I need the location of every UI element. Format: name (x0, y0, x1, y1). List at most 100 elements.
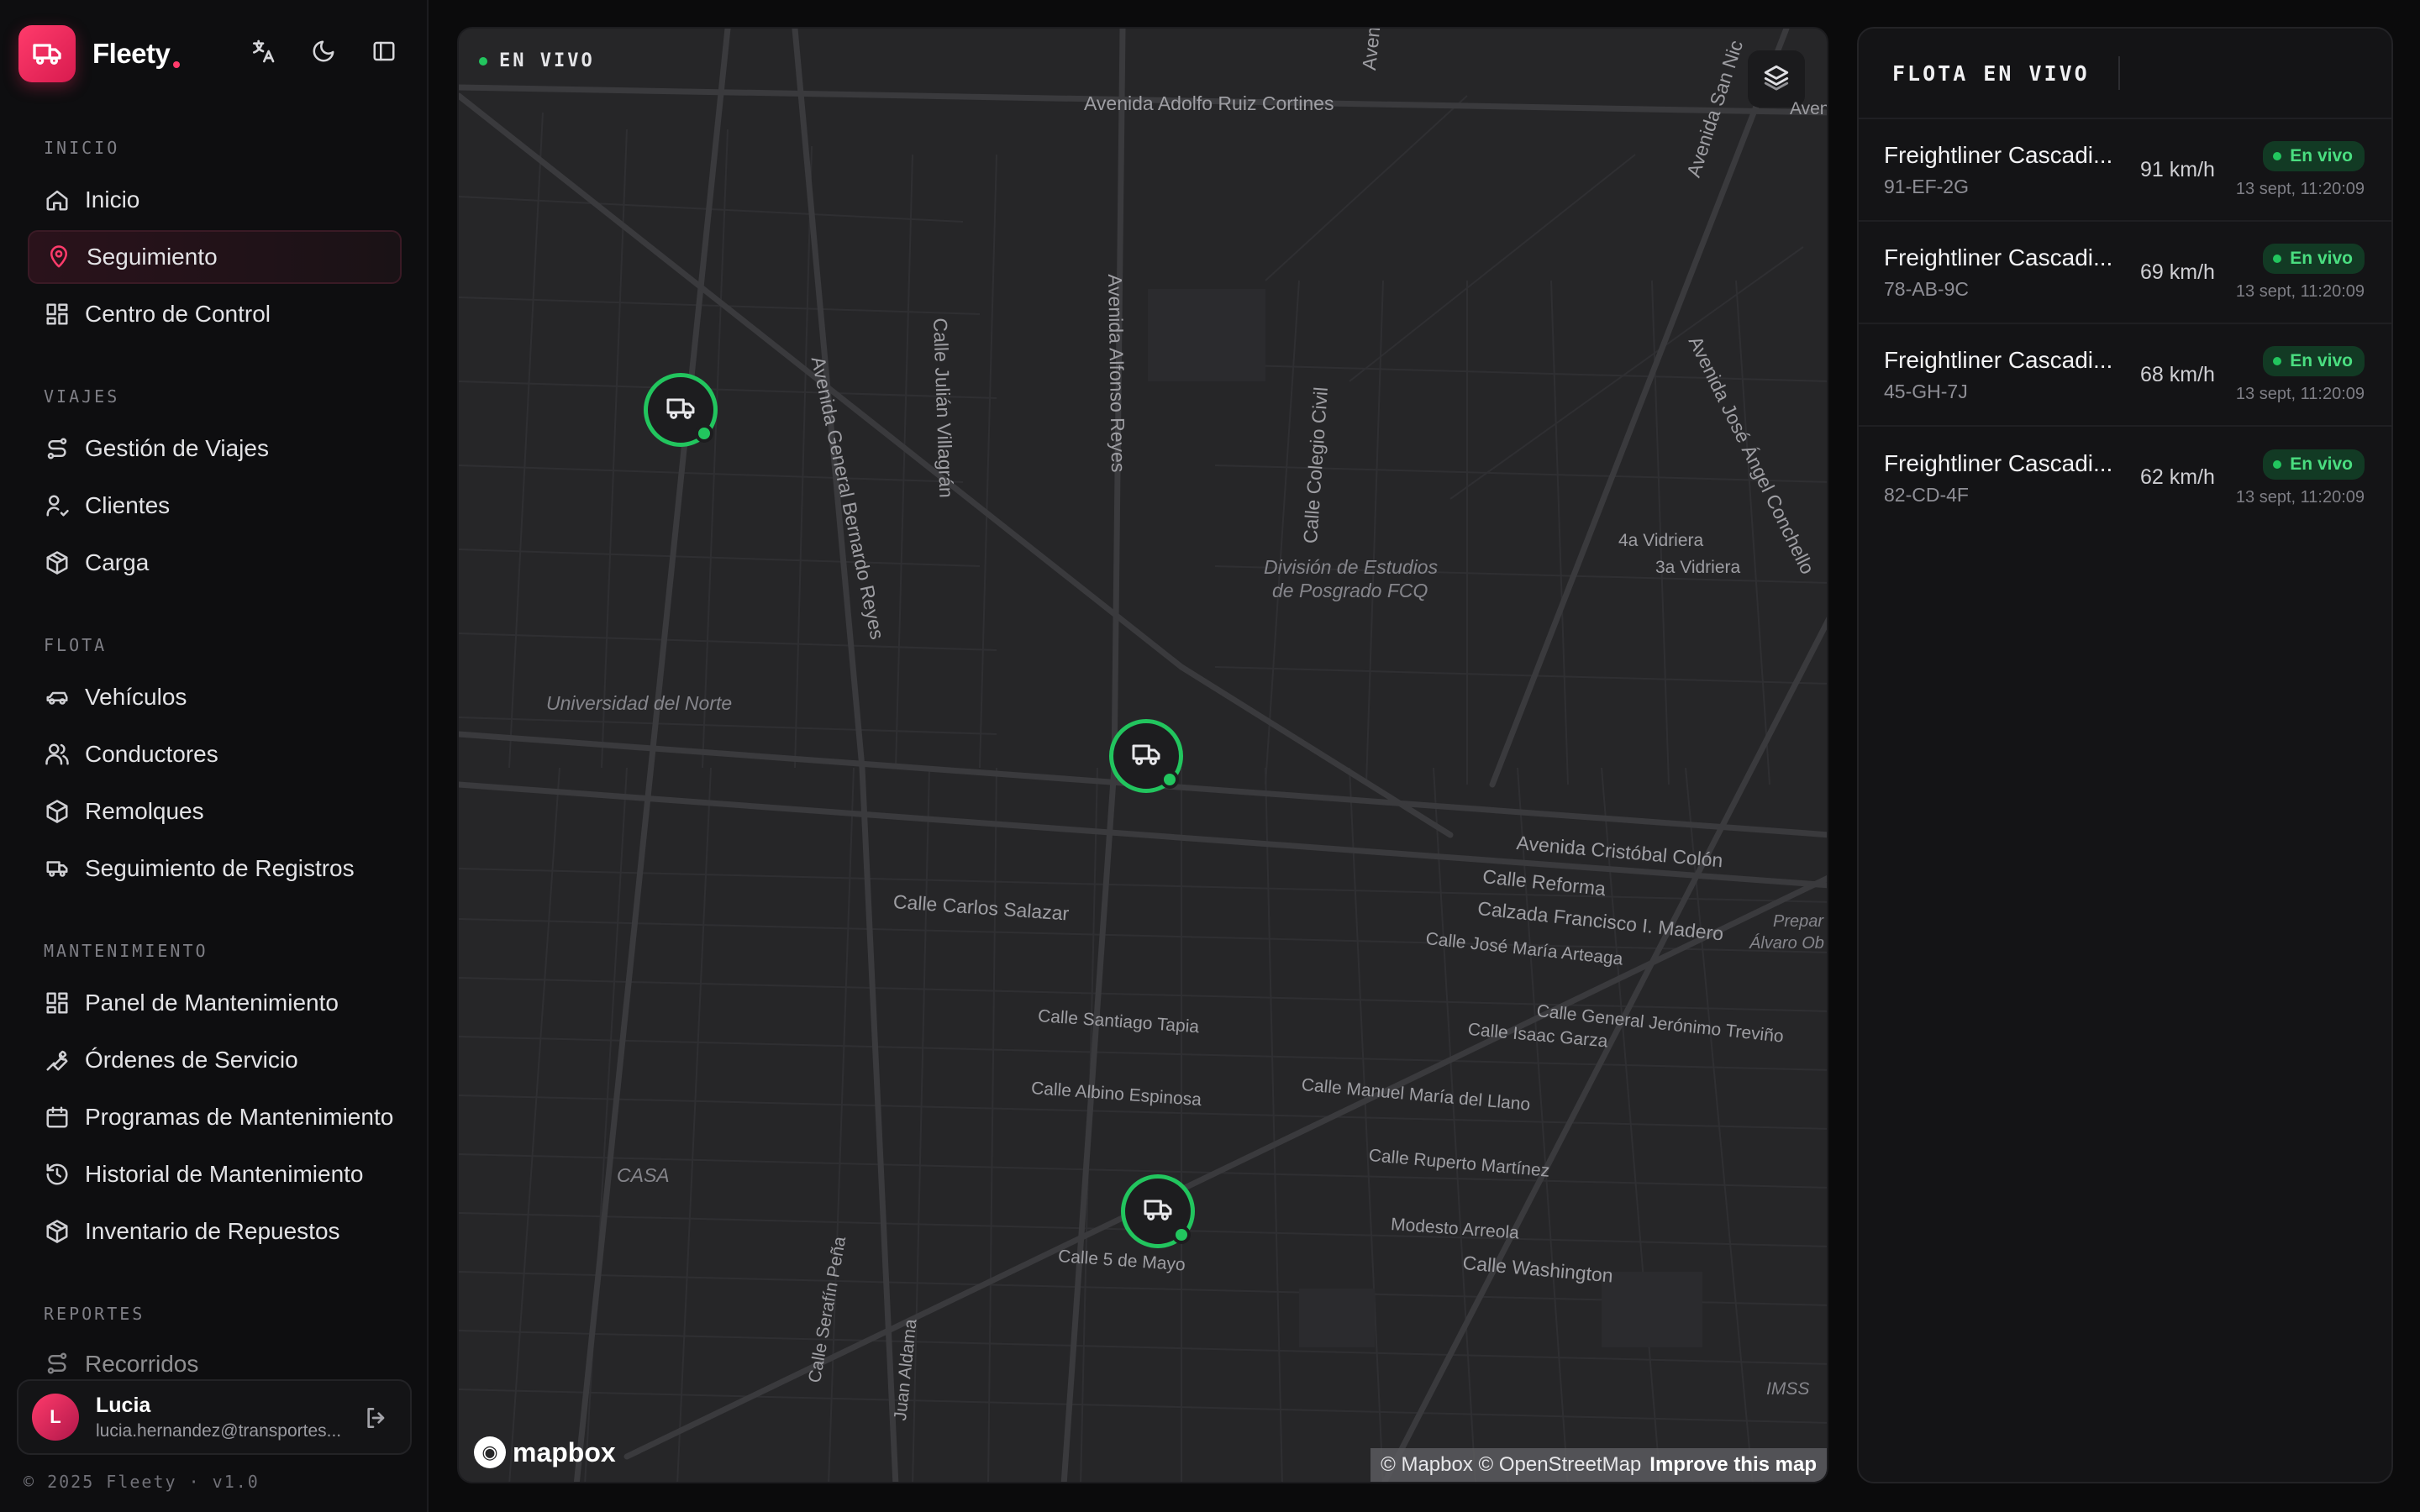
improve-map-link[interactable]: Improve this map (1649, 1453, 1817, 1477)
vehicle-timestamp: 13 sept, 11:20:09 (2235, 281, 2365, 301)
poi-label: Universidad del Norte (546, 692, 733, 714)
vehicle-timestamp: 13 sept, 11:20:09 (2235, 179, 2365, 198)
nav-label: Centro de Control (85, 301, 271, 327)
nav-item-vehiculos[interactable]: Vehículos (28, 670, 402, 724)
brand[interactable]: Fleety (18, 25, 181, 82)
user-check-icon (43, 491, 71, 520)
avatar: L (32, 1394, 79, 1441)
nav-item-inventario-de-repuestos[interactable]: Inventario de Repuestos (28, 1205, 402, 1258)
route-icon (43, 1349, 71, 1378)
marker-status-dot (695, 424, 713, 443)
nav-item-seguimiento[interactable]: Seguimiento (28, 230, 402, 284)
fleet-row[interactable]: Freightliner Cascadi... 91-EF-2G 91 km/h… (1859, 119, 2391, 222)
mapbox-logo[interactable]: ◉ mapbox (474, 1436, 616, 1468)
street-label: 4a Vidriera (1618, 531, 1704, 550)
street-label: Álvaro Ob (1749, 934, 1824, 953)
logout-icon[interactable] (363, 1404, 390, 1436)
fleet-row[interactable]: Freightliner Cascadi... 78-AB-9C 69 km/h… (1859, 222, 2391, 324)
map[interactable]: EN VIVO Avenida Adolfo Ruiz Cortines Ave… (457, 27, 1828, 1483)
street-label: Avenida (1790, 99, 1827, 118)
history-icon (43, 1160, 71, 1189)
live-dot (479, 56, 487, 66)
package-icon (43, 549, 71, 577)
nav-label: Vehículos (85, 684, 187, 710)
nav-label: Gestión de Viajes (85, 435, 269, 461)
nav-item-ordenes-de-servicio[interactable]: Órdenes de Servicio (28, 1033, 402, 1087)
truck-icon (1129, 738, 1163, 775)
truck-icon (18, 25, 76, 82)
nav-label: Inventario de Repuestos (85, 1218, 340, 1244)
sidebar-toggle-icon[interactable] (370, 37, 398, 66)
nav-item-clientes[interactable]: Clientes (28, 479, 402, 533)
nav-label: Historial de Mantenimiento (85, 1161, 364, 1187)
attribution-text[interactable]: © Mapbox © OpenStreetMap (1381, 1453, 1641, 1477)
fleet-row[interactable]: Freightliner Cascadi... 82-CD-4F 62 km/h… (1859, 427, 2391, 529)
translate-icon[interactable] (249, 37, 277, 66)
nav-item-conductores[interactable]: Conductores (28, 727, 402, 781)
user-card[interactable]: L Lucia lucia.hernandez@transportes... (17, 1379, 412, 1455)
fleet-panel: FLOTA EN VIVO Freightliner Cascadi... 91… (1857, 27, 2393, 1483)
map-pin-icon (45, 243, 73, 271)
route-icon (43, 434, 71, 463)
nav-item-carga[interactable]: Carga (28, 536, 402, 590)
vehicle-timestamp: 13 sept, 11:20:09 (2235, 487, 2365, 507)
street-label: Avenida Alfonso Reyes (1104, 274, 1130, 473)
poi-label: de Posgrado FCQ (1272, 580, 1428, 601)
moon-icon[interactable] (309, 37, 338, 66)
vehicle-marker[interactable] (644, 373, 718, 447)
nav-item-recorridos[interactable]: Recorridos (28, 1339, 402, 1378)
nav-item-historial-de-mantenimiento[interactable]: Historial de Mantenimiento (28, 1147, 402, 1201)
map-attribution: © Mapbox © OpenStreetMap Improve this ma… (1370, 1448, 1827, 1482)
vehicle-timestamp: 13 sept, 11:20:09 (2235, 384, 2365, 403)
user-name: Lucia (96, 1393, 151, 1417)
section-label-viajes: VIAJES (44, 386, 120, 407)
section-label-flota: FLOTA (44, 635, 108, 655)
car-icon (43, 683, 71, 711)
sidebar: Fleety INICIO Inicio Seguimiento Centro … (0, 0, 429, 1512)
vehicle-marker[interactable] (1109, 719, 1183, 793)
section-label-inicio: INICIO (44, 138, 120, 158)
truck-icon (43, 854, 71, 883)
nav-label: Programas de Mantenimiento (85, 1104, 394, 1130)
dashboard-icon (43, 300, 71, 328)
user-email: lucia.hernandez@transportes... (96, 1420, 342, 1441)
nav-item-centro-de-control[interactable]: Centro de Control (28, 287, 402, 341)
section-label-mantenimiento: MANTENIMIENTO (44, 941, 208, 961)
mapbox-icon: ◉ (474, 1436, 506, 1468)
nav-item-inicio[interactable]: Inicio (28, 173, 402, 227)
nav-label: Seguimiento (87, 244, 218, 270)
nav-label: Órdenes de Servicio (85, 1047, 298, 1073)
fleet-row[interactable]: Freightliner Cascadi... 45-GH-7J 68 km/h… (1859, 324, 2391, 427)
footer-copyright: © 2025 Fleety · v1.0 (24, 1472, 260, 1492)
nav-label: Carga (85, 549, 150, 575)
poi-label: IMSS (1766, 1379, 1810, 1399)
vehicle-speed: 68 km/h (2140, 363, 2215, 386)
street-label: Prepar (1773, 912, 1824, 931)
marker-status-dot (1160, 770, 1179, 789)
status-badge: En vivo (2263, 345, 2365, 376)
package-icon (43, 1217, 71, 1246)
street-label: Avenida Adolfo Ruiz Cortines (1084, 92, 1334, 114)
home-icon (43, 186, 71, 214)
nav-label: Recorridos (85, 1351, 199, 1377)
nav-item-seguimiento-de-registros[interactable]: Seguimiento de Registros (28, 842, 402, 895)
street-label: Aven (1358, 27, 1385, 71)
street-label: 3a Vidriera (1655, 558, 1741, 577)
fleet-title: FLOTA EN VIVO (1892, 60, 2090, 86)
nav-item-programas-de-mantenimiento[interactable]: Programas de Mantenimiento (28, 1090, 402, 1144)
live-badge: EN VIVO (479, 50, 595, 71)
nav-item-remolques[interactable]: Remolques (28, 785, 402, 838)
status-badge: En vivo (2263, 243, 2365, 274)
nav-label: Conductores (85, 741, 218, 767)
section-label-reportes: REPORTES (44, 1304, 145, 1324)
status-badge: En vivo (2263, 140, 2365, 171)
calendar-icon (43, 1103, 71, 1131)
box-icon (43, 797, 71, 826)
users-icon (43, 740, 71, 769)
vehicle-speed: 62 km/h (2140, 465, 2215, 489)
nav-item-gestion-de-viajes[interactable]: Gestión de Viajes (28, 422, 402, 475)
nav-label: Clientes (85, 492, 171, 518)
layers-icon (1762, 63, 1791, 96)
nav-item-panel-de-mantenimiento[interactable]: Panel de Mantenimiento (28, 976, 402, 1030)
vehicle-marker[interactable] (1121, 1174, 1195, 1248)
